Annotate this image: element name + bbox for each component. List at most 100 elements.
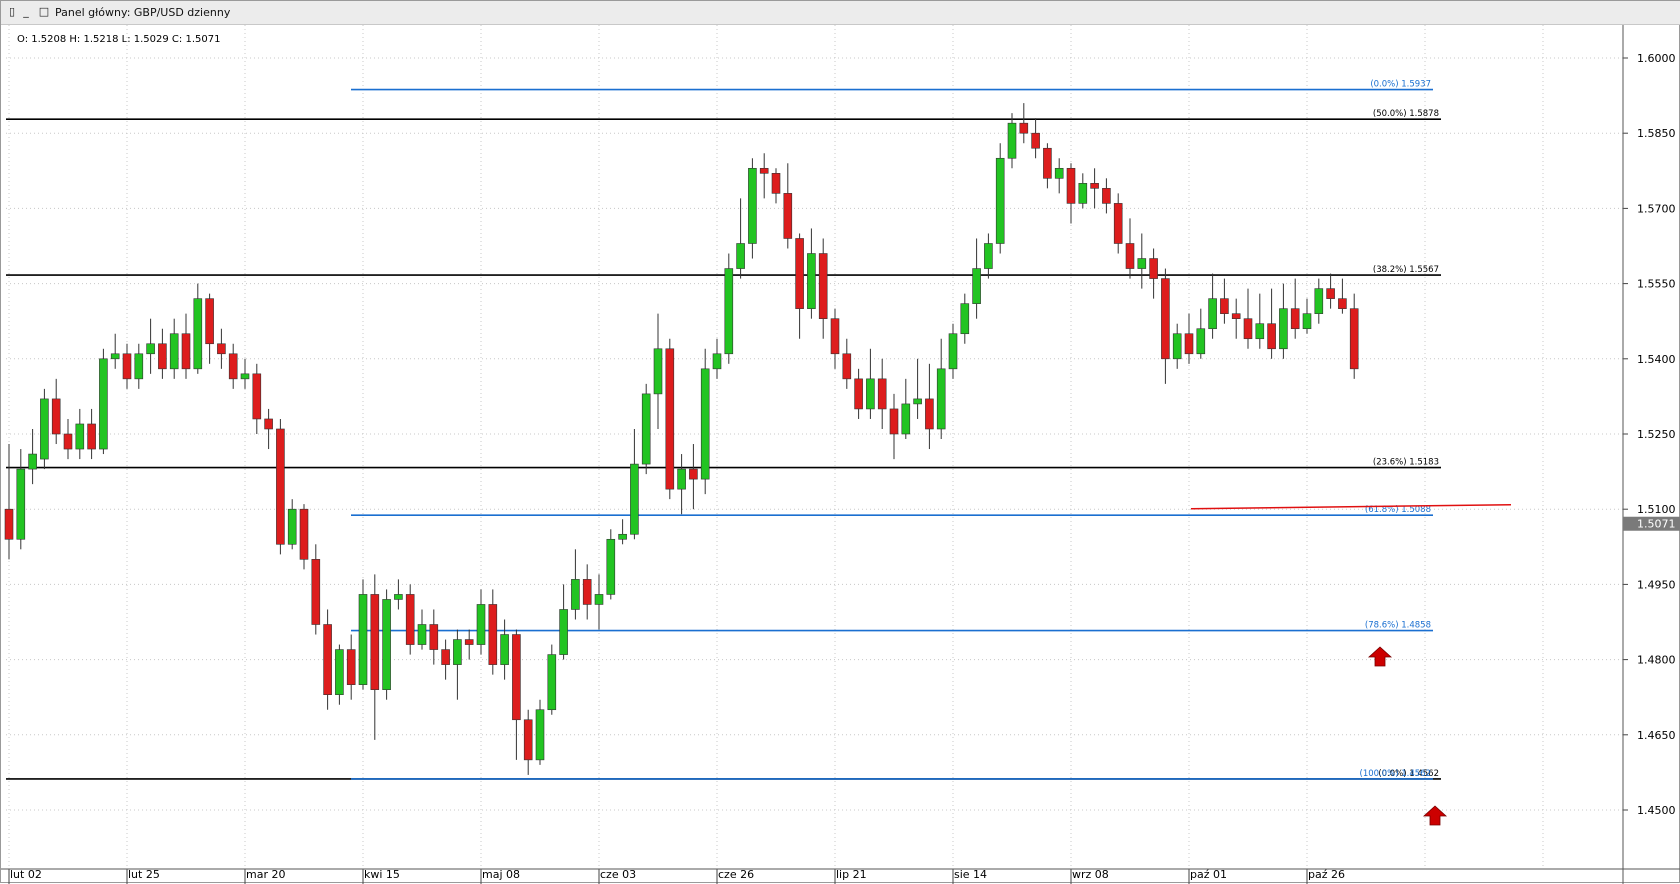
candle-bear — [1113, 203, 1123, 244]
candle-bear — [264, 418, 273, 430]
price-tick-label: 1.4650 — [1637, 729, 1676, 742]
candle-bear — [1125, 243, 1135, 269]
candle-bear — [1290, 308, 1300, 330]
candle-bull — [1314, 288, 1324, 314]
candle-bear — [63, 433, 73, 450]
price-tick-label: 1.5700 — [1637, 202, 1676, 215]
candle-bear — [51, 398, 61, 435]
candle-bear — [818, 253, 828, 319]
window-menu-icon[interactable]: ▯ — [5, 5, 19, 19]
level-label: (23.6%) 1.5183 — [1373, 458, 1439, 468]
candle-bull — [547, 654, 557, 711]
candle-bear — [1349, 308, 1359, 370]
candle-bull — [1078, 183, 1088, 204]
candle-bear — [205, 298, 214, 345]
candle-bear — [523, 719, 533, 761]
candle-bull — [653, 348, 663, 395]
candle-bull — [948, 333, 958, 370]
candle-bull — [193, 298, 203, 370]
candle-bull — [535, 709, 545, 761]
price-tick-label: 1.5250 — [1637, 428, 1676, 441]
minimize-icon[interactable]: _ — [19, 5, 33, 19]
candle-bear — [1090, 183, 1099, 189]
date-tick-label: wrz 08 — [1072, 868, 1109, 881]
maximize-icon[interactable]: □ — [37, 5, 51, 19]
candle-bear — [87, 423, 96, 450]
candle-bull — [960, 303, 970, 335]
chart-window: ▯ _ □ Panel główny: GBP/USD dzienny O: 1… — [0, 0, 1680, 884]
candle-bear — [1326, 288, 1335, 299]
price-tick-label: 1.5100 — [1637, 503, 1676, 516]
candle-bull — [453, 639, 462, 665]
candle-bear — [1338, 298, 1347, 309]
candle-bull — [1196, 328, 1206, 355]
price-tick-label: 1.4950 — [1637, 578, 1676, 591]
candle-bull — [594, 594, 604, 605]
candle-bull — [1172, 333, 1182, 360]
candle-bear — [795, 238, 804, 309]
candle-bear — [759, 167, 769, 174]
price-axis: 1.6000 1.5850 1.5700 1.5550 1.5400 1.5250 1.51… — [1622, 25, 1680, 884]
candle-bear — [181, 333, 191, 370]
candle-bull — [16, 468, 26, 540]
candle-bull — [240, 373, 250, 380]
candle-bull — [382, 599, 391, 690]
candle-bull — [110, 353, 120, 360]
candle-bear — [1220, 298, 1229, 314]
candle-bull — [146, 343, 155, 355]
candle-bear — [1267, 323, 1276, 350]
chart-grid — [6, 25, 1623, 869]
price-chart[interactable]: (50.0%) 1.5878 (38.2%) 1.5567 (23.6%) 1.51… — [1, 25, 1680, 884]
price-tick-label: 1.5550 — [1637, 278, 1676, 291]
candle-bull — [866, 378, 875, 410]
up-arrow-icon — [1367, 646, 1393, 667]
candle-bull — [417, 624, 427, 645]
candle-bull — [736, 243, 745, 269]
candle-bull — [606, 538, 616, 595]
date-tick-label: sie 14 — [954, 868, 987, 881]
price-tick-label: 1.4500 — [1637, 804, 1676, 817]
candle-bull — [913, 398, 922, 405]
candle-bull — [984, 243, 993, 269]
candle-bull — [641, 393, 651, 465]
date-tick-label: cze 03 — [600, 868, 636, 881]
level-label: (0.0%) 1.5937 — [1370, 80, 1431, 90]
level-label: (38.2%) 1.5567 — [1373, 265, 1439, 275]
candle-bear — [512, 634, 521, 721]
level-label: (78.6%) 1.4858 — [1365, 621, 1431, 631]
date-tick-label: paź 01 — [1190, 868, 1227, 881]
candle-bear — [582, 579, 592, 605]
candle-bull — [134, 353, 144, 380]
candle-bull — [1208, 298, 1217, 330]
date-tick-label: lut 02 — [10, 868, 42, 881]
candle-bull — [1137, 258, 1147, 269]
candle-bear — [1019, 122, 1029, 134]
markers — [1367, 646, 1448, 826]
candle-bear — [1231, 313, 1241, 319]
candle-bull — [1007, 122, 1017, 159]
candle-bull — [394, 594, 403, 600]
price-tick-label: 1.5400 — [1637, 353, 1676, 366]
candle-bull — [358, 594, 368, 685]
date-tick-label: cze 26 — [718, 868, 754, 881]
candle-bull — [571, 579, 580, 610]
candle-bear — [122, 353, 132, 380]
candle-bear — [1243, 318, 1253, 340]
candle-bear — [1102, 188, 1111, 204]
candle-bull — [500, 634, 509, 665]
fib-levels: (50.0%) 1.5878 (38.2%) 1.5567 (23.6%) 1.51… — [6, 80, 1512, 780]
date-tick-label: maj 08 — [482, 868, 520, 881]
candle-bull — [1279, 308, 1288, 350]
last-price-label: 1.5071 — [1637, 518, 1676, 531]
price-tick-label: 1.6000 — [1637, 52, 1676, 65]
candle-bear — [842, 353, 852, 380]
candle-bear — [429, 624, 439, 650]
candle-bull — [40, 398, 49, 460]
candle-bear — [158, 343, 167, 370]
candle-bear — [665, 348, 675, 490]
candle-bull — [807, 253, 816, 309]
candle-bear — [854, 378, 863, 410]
candle-bear — [488, 604, 498, 665]
candle-bull — [75, 423, 85, 450]
candle-bear — [1066, 167, 1076, 204]
